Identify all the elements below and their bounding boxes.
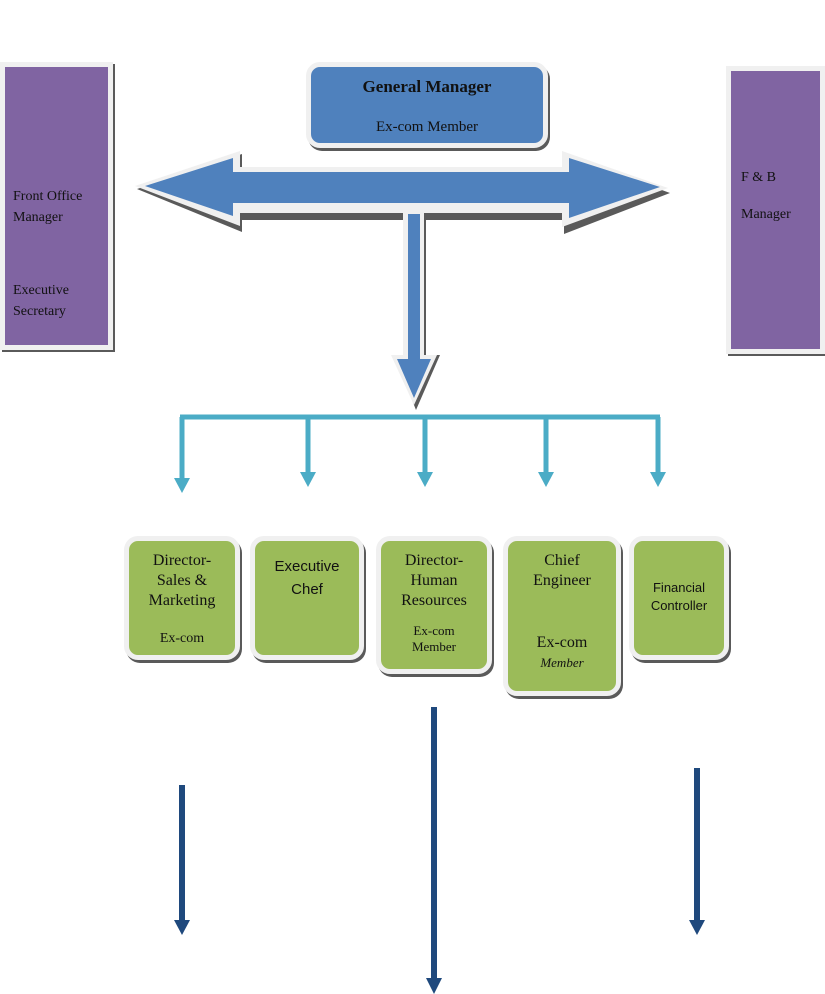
dept-title: Financial Controller <box>650 580 708 613</box>
navy-arrow-2-shaft <box>431 707 437 982</box>
general-manager-box: General Manager Ex-com Member <box>306 62 548 148</box>
general-manager-subtitle: Ex-com Member <box>375 119 479 135</box>
navy-arrows <box>174 707 705 994</box>
dept-title: Executive Chef <box>274 558 340 598</box>
dept-sales-marketing: Director- Sales & Marketing Ex-com <box>124 536 240 660</box>
dept-human-resources: Director- Human Resources Ex-com Member <box>376 536 492 674</box>
navy-arrow-1-shaft <box>179 785 185 925</box>
arrowhead-2 <box>300 472 316 487</box>
navy-arrow-3-shaft <box>694 768 700 924</box>
teal-connector <box>179 414 661 480</box>
teal-arrowheads <box>174 472 666 493</box>
arrowhead-4 <box>538 472 554 487</box>
dept-sub: Ex-com Member <box>536 634 588 670</box>
general-manager-title: General Manager <box>362 77 492 96</box>
dept-title: Director- Sales & Marketing <box>148 552 216 609</box>
navy-arrow-1-head <box>174 920 190 935</box>
fb-manager-box: F & B Manager <box>726 66 825 354</box>
executive-secretary-label: Executive Secretary <box>13 283 69 319</box>
arrowhead-5 <box>650 472 666 487</box>
navy-arrow-2-head <box>426 978 442 994</box>
dept-sub: Ex-com Member <box>411 623 457 654</box>
dept-title: Chief Engineer <box>533 552 591 589</box>
front-office-box: Front Office Manager Executive Secretary <box>0 62 113 350</box>
connectors-layer <box>135 151 705 994</box>
dept-executive-chef: Executive Chef <box>250 536 364 660</box>
dept-chief-engineer: Chief Engineer Ex-com Member <box>503 536 621 696</box>
arrowhead-1 <box>174 478 190 493</box>
fb-manager-label: F & B Manager <box>741 170 791 222</box>
navy-arrow-3-head <box>689 920 705 935</box>
dept-title: Director- Human Resources <box>401 552 467 609</box>
dept-sub: Ex-com <box>159 631 205 646</box>
dept-financial-controller: Financial Controller <box>629 536 729 660</box>
front-office-manager-label: Front Office Manager <box>13 189 83 225</box>
arrowhead-3 <box>417 472 433 487</box>
